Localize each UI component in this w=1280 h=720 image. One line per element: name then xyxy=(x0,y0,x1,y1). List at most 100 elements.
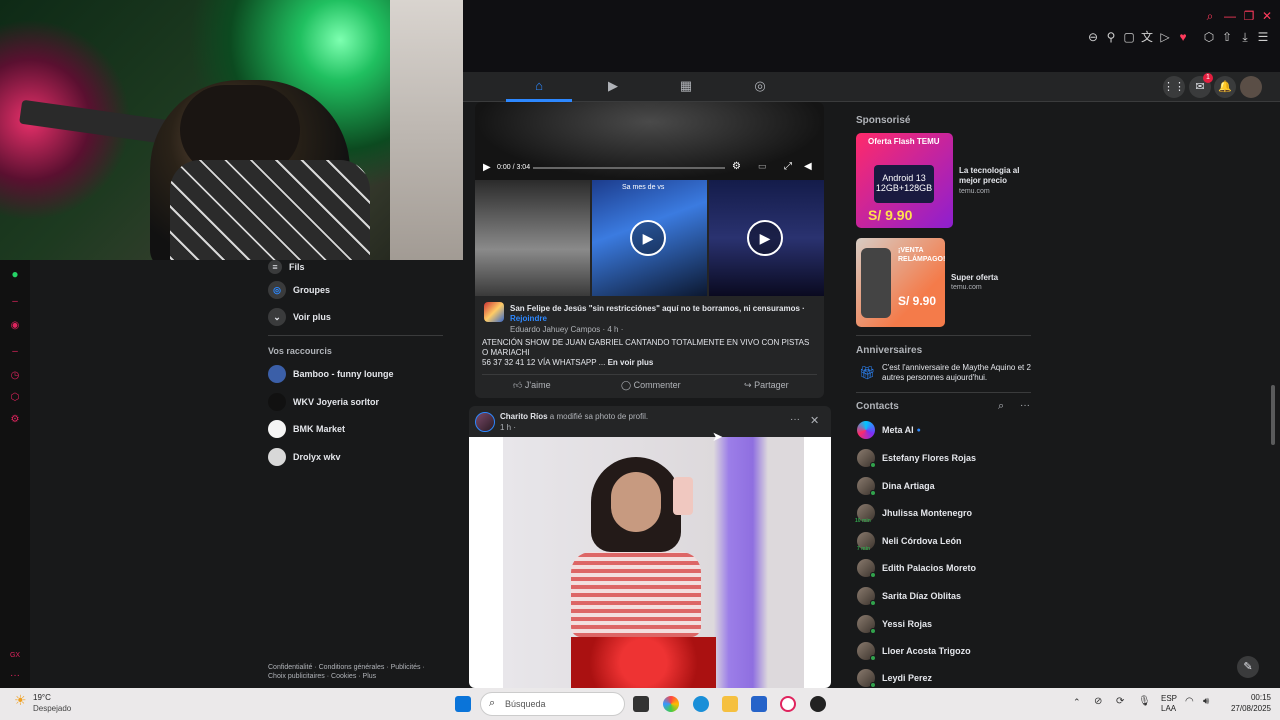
video-progress[interactable] xyxy=(533,167,725,169)
start-icon[interactable] xyxy=(455,696,471,712)
whatsapp-icon[interactable]: ● xyxy=(9,268,21,280)
video-thumbnail[interactable]: ▶ xyxy=(709,180,824,296)
zoom-icon[interactable]: ⊖ xyxy=(1086,30,1100,44)
weather-icon[interactable]: ☀ xyxy=(14,692,27,709)
rail-cube-icon[interactable]: ⬡ xyxy=(9,392,21,404)
menu-icon[interactable]: ☰ xyxy=(1256,30,1270,44)
clock-time[interactable]: 00:15 xyxy=(1221,693,1271,702)
shortcut-item[interactable]: WKV Joyeria sorltor xyxy=(268,391,379,413)
microphone-icon[interactable]: 🎙︎ xyxy=(1138,696,1151,707)
network-icon[interactable]: ⊘ xyxy=(1094,696,1102,707)
screenshot-icon[interactable]: ▢ xyxy=(1122,30,1136,44)
scrollbar[interactable] xyxy=(1271,385,1275,445)
sidebar-item-groupes[interactable]: ◎ Groupes xyxy=(268,279,330,301)
notifications-icon[interactable]: 🔔 xyxy=(1214,76,1236,98)
footer-links-2[interactable]: Choix publicitaires · Cookies · Plus xyxy=(268,673,376,680)
shortcut-item[interactable]: BMK Market xyxy=(268,418,345,440)
sidebar-item-voir-plus[interactable]: ⌄ Voir plus xyxy=(268,306,331,328)
fullscreen-icon[interactable]: ⤢ xyxy=(784,161,792,172)
tab-home[interactable]: ⌂ xyxy=(506,72,572,102)
copilot-icon[interactable] xyxy=(663,696,679,712)
contact-item[interactable]: 10 min Jhulissa Montenegro xyxy=(855,503,972,524)
file-explorer-icon[interactable] xyxy=(722,696,738,712)
ad-image[interactable]: Oferta Flash TEMU Android 13 12GB+128GB … xyxy=(856,133,953,228)
contact-item[interactable]: Meta AI ● xyxy=(857,420,921,440)
contact-item[interactable]: Edith Palacios Moreto xyxy=(857,558,976,578)
clock-date[interactable]: 27/08/2025 xyxy=(1221,704,1271,713)
birthday-text[interactable]: C'est l'anniversaire de Maythe Aquino et… xyxy=(882,363,1032,383)
like-button[interactable]: 👍︎ J'aime xyxy=(513,380,551,391)
see-more-link[interactable]: En voir plus xyxy=(608,358,654,367)
video-thumbnail[interactable] xyxy=(475,180,590,296)
tab-marketplace[interactable]: ▦ xyxy=(653,72,719,102)
contact-item[interactable]: Lloer Acosta Trigozo xyxy=(857,641,971,661)
contact-item[interactable]: Yessi Rojas xyxy=(857,614,932,634)
weather-temp[interactable]: 19°C xyxy=(33,693,51,702)
weather-desc[interactable]: Despejado xyxy=(33,704,71,713)
tab-groups[interactable]: ◎ xyxy=(727,72,793,102)
app-icon[interactable] xyxy=(810,696,826,712)
profile-photo-frame[interactable] xyxy=(469,437,831,688)
more-options-icon[interactable]: ··· xyxy=(790,414,800,425)
rail-play-icon[interactable]: ◉ xyxy=(9,320,21,332)
volume-icon[interactable]: ◀ xyxy=(804,161,812,172)
restore-icon[interactable]: ❐ xyxy=(1242,9,1256,23)
language-indicator[interactable]: ESP xyxy=(1161,694,1177,703)
group-name[interactable]: San Felipe de Jesús "sin restricciónes" … xyxy=(510,304,815,313)
play-icon[interactable]: ▶ xyxy=(630,220,666,256)
translate-icon[interactable]: 文 xyxy=(1140,30,1154,44)
comment-button[interactable]: ◯ Commenter xyxy=(621,380,681,391)
ad-title[interactable]: La tecnologia al mejor precio xyxy=(959,166,1039,186)
volume-icon[interactable]: 🔊︎ xyxy=(1203,696,1209,707)
profile-avatar[interactable] xyxy=(1240,76,1262,98)
apps-menu-icon[interactable]: ⋮⋮ xyxy=(1163,76,1185,98)
play-icon[interactable]: ▶ xyxy=(747,220,783,256)
rail-clock-icon[interactable]: ◷ xyxy=(9,370,21,382)
close-icon[interactable]: ✕ xyxy=(810,414,819,427)
settings-icon[interactable]: ⚙ xyxy=(732,161,741,172)
edge-icon[interactable] xyxy=(693,696,709,712)
search-icon[interactable]: ⌕ xyxy=(1203,9,1217,23)
new-message-icon[interactable]: ✎ xyxy=(1237,656,1259,678)
ad-image[interactable]: ¡VENTA RELÁMPAGO! S/ 9.90 xyxy=(856,238,945,327)
contact-item[interactable]: Estefany Flores Rojas xyxy=(857,448,976,468)
play-icon[interactable]: ▷ xyxy=(1158,30,1172,44)
close-icon[interactable]: ✕ xyxy=(1260,9,1274,23)
join-button[interactable]: Rejoindre xyxy=(510,314,547,323)
task-view-icon[interactable] xyxy=(633,696,649,712)
extensions-icon[interactable]: ⬡ xyxy=(1202,30,1216,44)
post-author[interactable]: Charito Ríos xyxy=(500,412,548,421)
heart-icon[interactable]: ♥ xyxy=(1176,30,1190,44)
video-thumbnail[interactable]: Sa mes de vs ▶ xyxy=(592,180,707,296)
rail-more-icon[interactable]: ··· xyxy=(9,670,21,682)
author-avatar[interactable] xyxy=(475,412,495,432)
contacts-search-icon[interactable]: ⌕ xyxy=(998,400,1004,413)
sidebar-item-fils[interactable]: ≡ Fils xyxy=(268,256,305,278)
rail-gx-icon[interactable]: GX xyxy=(9,650,21,662)
contact-item[interactable]: 7 min Neli Córdova León xyxy=(857,531,962,552)
shortcut-item[interactable]: Bamboo - funny lounge xyxy=(268,363,394,385)
tab-watch[interactable]: ▶ xyxy=(580,72,646,102)
contact-item[interactable]: Leydi Perez xyxy=(857,668,932,688)
footer-links-1[interactable]: Confidentialité · Conditions générales ·… xyxy=(268,664,425,671)
store-icon[interactable] xyxy=(751,696,767,712)
minimize-icon[interactable]: — xyxy=(1223,9,1237,23)
search-box[interactable]: ⌕ Búsqueda xyxy=(480,692,625,716)
contact-item[interactable]: Sarita Díaz Oblitas xyxy=(857,586,961,606)
chevron-up-icon[interactable]: ⌃ xyxy=(1073,697,1081,708)
ad-title[interactable]: Super oferta xyxy=(951,273,998,282)
share-button[interactable]: ↪ Partager xyxy=(744,380,789,391)
shortcut-item[interactable]: Drolyx wkv xyxy=(268,446,341,468)
language-indicator-2[interactable]: LAA xyxy=(1161,704,1176,713)
captions-icon[interactable]: ▭ xyxy=(758,161,767,172)
share-icon[interactable]: ⇧ xyxy=(1220,30,1234,44)
download-icon[interactable]: ⤓ xyxy=(1238,30,1252,44)
opera-gx-icon[interactable] xyxy=(780,696,796,712)
rail-settings-icon[interactable]: ⚙ xyxy=(9,414,21,426)
contacts-more-icon[interactable]: ··· xyxy=(1020,400,1030,411)
pin-icon[interactable]: ⚲ xyxy=(1104,30,1118,44)
wifi-icon[interactable]: ◠ xyxy=(1185,696,1194,707)
group-avatar[interactable] xyxy=(484,302,504,322)
sync-icon[interactable]: ⟳ xyxy=(1116,696,1124,707)
contact-item[interactable]: Dina Artiaga xyxy=(857,476,935,496)
